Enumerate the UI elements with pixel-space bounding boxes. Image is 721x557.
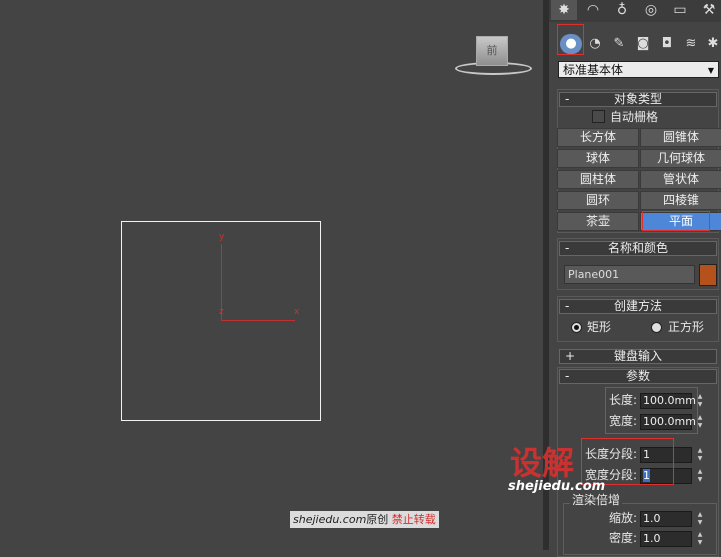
rectangle-radio[interactable] (571, 322, 582, 333)
square-label: 正方形 (668, 320, 705, 334)
watermark-url: shejiedu.com (508, 479, 606, 494)
axis-x-label: x (294, 307, 300, 317)
render-multipliers-label: 渲染倍增 (570, 493, 623, 507)
watermark-logo: 设解 (510, 444, 575, 482)
credit-badge: shejiedu.com原创 禁止转载 (290, 511, 439, 528)
display-icon: ▭ (673, 2, 687, 18)
create-tab[interactable]: ✸ (551, 0, 577, 20)
cameras-button[interactable]: ◙ (632, 34, 654, 54)
length-segs-spinner[interactable]: ▲ ▼ (696, 447, 704, 463)
axis-x-line (221, 320, 295, 321)
autogrid-checkbox[interactable] (592, 110, 605, 123)
shapes-icon: ◔ (589, 36, 601, 51)
scale-label: 缩放: (609, 511, 638, 525)
credit-forbid: 禁止转载 (391, 513, 436, 526)
object-type-title: 对象类型 (613, 92, 662, 106)
helpers-button[interactable]: ◘ (656, 34, 678, 54)
cameras-icon: ◙ (636, 36, 650, 51)
highlight-plane-button (642, 211, 710, 231)
tube-button[interactable]: 管状体 (640, 170, 721, 189)
axis-z-label: z (219, 307, 224, 317)
display-tab[interactable]: ▭ (667, 0, 693, 20)
creation-method-title: 创建方法 (613, 299, 662, 313)
object-color-swatch[interactable] (699, 264, 717, 286)
highlight-size-fields (605, 387, 698, 434)
spacewarps-button[interactable]: ≋ (680, 34, 702, 54)
density-spinner[interactable]: ▲ ▼ (696, 531, 704, 547)
sphere-button[interactable]: 球体 (557, 149, 639, 168)
scale-field[interactable]: 1.0 (640, 511, 692, 527)
object-name-field[interactable]: Plane001 (564, 265, 695, 284)
object-type-header[interactable]: - 对象类型 (559, 92, 717, 107)
pyramid-button[interactable]: 四棱锥 (640, 191, 721, 210)
hierarchy-tab[interactable]: ♁ (609, 0, 635, 20)
parameters-header[interactable]: - 参数 (559, 369, 717, 384)
highlight-segment-fields (581, 438, 674, 485)
collapse-sign: - (565, 241, 570, 255)
rectangle-label: 矩形 (587, 320, 612, 334)
modify-icon: ◠ (586, 2, 600, 18)
helpers-icon: ◘ (661, 36, 673, 51)
systems-icon: ✱ (707, 36, 719, 51)
systems-button[interactable]: ✱ (702, 34, 721, 54)
credit-original: 原创 (366, 513, 389, 526)
box-button[interactable]: 长方体 (557, 128, 639, 147)
spacewarps-icon: ≋ (685, 36, 697, 51)
viewcube[interactable]: 前 (476, 36, 508, 66)
category-dropdown-value: 标准基本体 (563, 63, 624, 77)
create-icon: ✸ (558, 2, 570, 18)
geosphere-button[interactable]: 几何球体 (640, 149, 721, 168)
scale-spinner[interactable]: ▲ ▼ (696, 511, 704, 527)
chevron-down-icon: ▼ (707, 66, 714, 75)
utilities-icon: ⚒ (702, 2, 716, 18)
category-dropdown[interactable]: 标准基本体 ▼ (558, 61, 719, 78)
collapse-sign: - (565, 369, 570, 383)
expand-sign: + (565, 349, 576, 363)
density-field[interactable]: 1.0 (640, 531, 692, 547)
cone-button[interactable]: 圆锥体 (640, 128, 721, 147)
command-panel-tabs: ✸ ◠ ♁ ◎ ▭ ⚒ (549, 0, 721, 22)
highlight-geometry (557, 24, 584, 55)
torus-button[interactable]: 圆环 (557, 191, 639, 210)
motion-icon: ◎ (644, 2, 658, 18)
creation-method-header[interactable]: - 创建方法 (559, 299, 717, 314)
keyboard-entry-header[interactable]: + 键盘输入 (559, 349, 717, 364)
hierarchy-icon: ♁ (616, 2, 628, 18)
square-radio[interactable] (651, 322, 662, 333)
width-segs-spinner[interactable]: ▲ ▼ (696, 468, 704, 484)
collapse-sign: - (565, 92, 570, 106)
credit-site: shejiedu.com (293, 513, 367, 526)
collapse-sign: - (565, 299, 570, 313)
parameters-title: 参数 (625, 369, 650, 383)
utilities-tab[interactable]: ⚒ (696, 0, 721, 20)
name-color-title: 名称和颜色 (607, 241, 668, 255)
lights-icon: ✎ (613, 36, 625, 51)
modify-tab[interactable]: ◠ (580, 0, 606, 20)
cylinder-button[interactable]: 圆柱体 (557, 170, 639, 189)
keyboard-entry-title: 键盘输入 (613, 349, 662, 363)
lights-button[interactable]: ✎ (608, 34, 630, 54)
autogrid-label: 自动栅格 (610, 110, 659, 124)
perspective-viewport[interactable]: y z x 前 (0, 0, 548, 550)
density-label: 密度: (609, 531, 638, 545)
shapes-button[interactable]: ◔ (584, 34, 606, 54)
name-color-header[interactable]: - 名称和颜色 (559, 241, 717, 256)
teapot-button[interactable]: 茶壶 (557, 212, 639, 231)
motion-tab[interactable]: ◎ (638, 0, 664, 20)
axis-y-label: y (219, 232, 225, 242)
